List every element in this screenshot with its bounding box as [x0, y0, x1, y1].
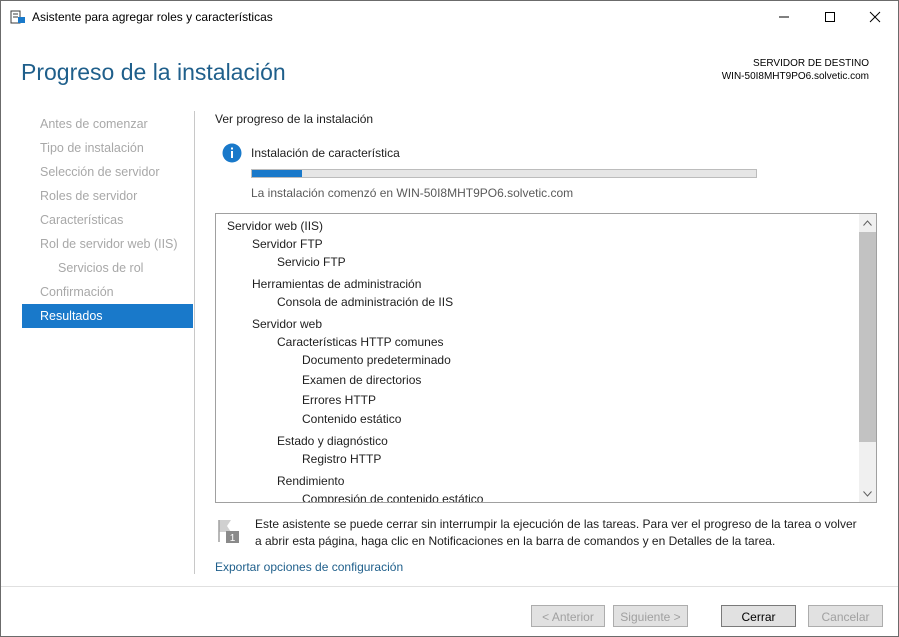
cancel-button[interactable]: Cancelar	[808, 605, 883, 627]
result-item: Características HTTP comunes	[277, 335, 444, 349]
result-item: Servidor web	[252, 317, 323, 331]
nav-item[interactable]: Servicios de rol	[22, 256, 193, 280]
result-item: Servidor web (IIS)	[227, 219, 324, 233]
previous-button[interactable]: < Anterior	[531, 605, 605, 627]
chevron-down-icon	[863, 490, 872, 497]
progress-fill	[252, 170, 303, 177]
result-item: Herramientas de administración	[252, 277, 422, 291]
destination-server-label: SERVIDOR DE DESTINO	[753, 58, 869, 69]
result-item: Compresión de contenido estático	[302, 492, 484, 503]
result-item: Examen de directorios	[302, 373, 422, 387]
page-title: Progreso de la instalación	[21, 59, 286, 85]
title-bar: Asistente para agregar roles y caracterí…	[1, 1, 898, 33]
minimize-button[interactable]	[761, 1, 807, 33]
nav-item[interactable]: Características	[22, 208, 193, 232]
result-item: Documento predeterminado	[302, 353, 451, 367]
nav-item[interactable]: Roles de servidor	[22, 184, 193, 208]
nav-item[interactable]: Resultados	[22, 304, 193, 328]
notification-flag-icon: 1	[218, 520, 239, 544]
nav-item[interactable]: Tipo de instalación	[22, 136, 193, 160]
scroll-up-button[interactable]	[859, 214, 876, 231]
nav-item[interactable]: Rol de servidor web (IIS)	[22, 232, 193, 256]
result-item: Registro HTTP	[302, 452, 382, 466]
wizard-notice-text: Este asistente se puede cerrar sin inter…	[255, 517, 857, 548]
result-item: Rendimiento	[277, 474, 345, 488]
result-item: Contenido estático	[302, 412, 402, 426]
next-button[interactable]: Siguiente >	[613, 605, 688, 627]
installation-progress-bar	[251, 169, 757, 178]
wizard-window: Asistente para agregar roles y caracterí…	[0, 0, 899, 637]
close-icon	[869, 11, 881, 23]
close-window-button[interactable]	[852, 1, 898, 33]
server-manager-icon	[10, 10, 25, 24]
result-item: Errores HTTP	[302, 393, 377, 407]
minimize-icon	[779, 16, 789, 18]
section-title: Ver progreso de la instalación	[215, 112, 374, 126]
notification-badge-count: 1	[230, 533, 236, 544]
window-title: Asistente para agregar roles y caracterí…	[32, 10, 273, 24]
nav-divider	[194, 111, 195, 574]
info-icon	[222, 143, 242, 163]
scroll-thumb[interactable]	[859, 232, 876, 442]
results-list-box[interactable]: Servidor web (IIS) Servidor FTP Servicio F…	[215, 213, 877, 503]
maximize-icon	[825, 12, 835, 22]
result-item: Servidor FTP	[252, 237, 323, 251]
wizard-nav: Antes de comenzar Tipo de instalación Sele…	[22, 112, 193, 328]
installation-started-text: La instalación comenzó en WIN-50I8MHT9PO…	[251, 186, 574, 200]
result-item: Estado y diagnóstico	[277, 434, 388, 448]
nav-item[interactable]: Selección de servidor	[22, 160, 193, 184]
export-config-link[interactable]: Exportar opciones de configuración	[215, 560, 403, 574]
nav-item[interactable]: Antes de comenzar	[22, 112, 193, 136]
result-item: Servicio FTP	[277, 255, 346, 269]
close-button[interactable]: Cerrar	[721, 605, 796, 627]
destination-server-value: WIN-50I8MHT9PO6.solvetic.com	[721, 71, 869, 82]
results-scrollbar[interactable]	[859, 214, 876, 502]
scroll-down-button[interactable]	[859, 485, 876, 502]
footer-divider	[1, 586, 898, 587]
chevron-up-icon	[863, 219, 872, 226]
installation-status: Instalación de característica	[251, 146, 400, 160]
maximize-button[interactable]	[807, 1, 853, 33]
result-item: Consola de administración de IIS	[277, 295, 454, 309]
nav-item[interactable]: Confirmación	[22, 280, 193, 304]
